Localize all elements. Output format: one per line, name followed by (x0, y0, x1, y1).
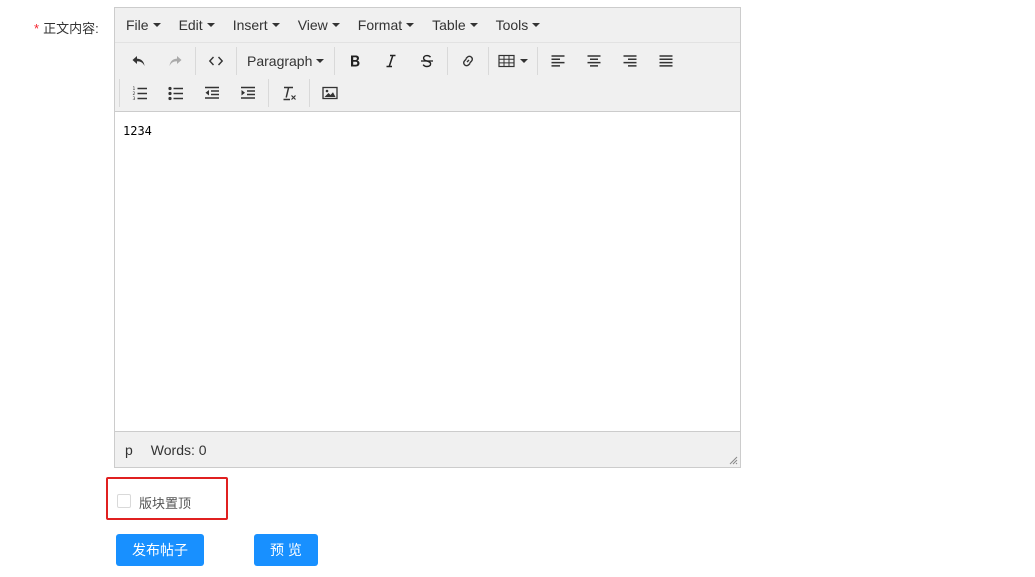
italic-icon (386, 54, 396, 68)
editor-menubar: File Edit Insert View Format Table Tools (115, 8, 740, 43)
preview-button[interactable]: 预 览 (254, 534, 318, 566)
clear-format-group (268, 79, 309, 107)
list-group: 123 (119, 79, 268, 107)
rich-text-editor: File Edit Insert View Format Table Tools (114, 7, 741, 468)
insert-image-button[interactable] (312, 79, 348, 107)
table-button[interactable] (491, 47, 535, 75)
toolbar-row-1: Paragraph (119, 45, 740, 77)
paragraph-label: Paragraph (247, 53, 313, 69)
content-paragraph[interactable]: 1234 (123, 124, 732, 138)
align-left-icon (551, 55, 565, 67)
bullet-list-icon (168, 86, 183, 101)
strikethrough-icon (421, 54, 434, 68)
menu-view-label: View (297, 17, 328, 33)
caret-down-icon (152, 23, 161, 27)
text-style-group (334, 47, 447, 75)
outdent-button[interactable] (194, 79, 230, 107)
link-button[interactable] (450, 47, 486, 75)
editor-toolbar: Paragraph 1 2 3 (115, 43, 740, 112)
source-code-button[interactable] (198, 47, 234, 75)
align-right-icon (623, 55, 637, 67)
table-icon (498, 54, 515, 68)
numbered-list-button[interactable]: 123 (122, 79, 158, 107)
align-center-icon (587, 55, 601, 67)
bullet-list-button[interactable] (158, 79, 194, 107)
align-justify-button[interactable] (648, 47, 684, 75)
content-label-text: 正文内容: (43, 21, 99, 36)
code-group (195, 47, 236, 75)
editor-content-area[interactable]: 1234 (115, 112, 740, 433)
undo-icon (132, 56, 145, 66)
menu-insert[interactable]: Insert (226, 11, 287, 39)
editor-statusbar: p Words: 0 (115, 431, 740, 467)
svg-text:3: 3 (133, 96, 136, 101)
numbered-list-icon: 123 (133, 86, 147, 101)
strikethrough-button[interactable] (409, 47, 445, 75)
align-justify-icon (659, 55, 673, 67)
caret-down-icon (520, 59, 529, 63)
history-group (119, 47, 195, 75)
word-count: Words: 0 (150, 441, 207, 458)
element-path[interactable]: p (125, 442, 133, 458)
bold-icon (351, 55, 360, 67)
menu-file-label: File (126, 17, 149, 33)
menu-table-label: Table (432, 17, 466, 33)
menu-edit-label: Edit (178, 17, 203, 33)
caret-down-icon (469, 23, 478, 27)
pin-label[interactable]: 版块置顶 (139, 493, 191, 512)
menu-table[interactable]: Table (425, 11, 484, 39)
link-icon (463, 55, 474, 67)
caret-down-icon (532, 23, 541, 27)
undo-button[interactable] (121, 47, 157, 75)
toolbar-row-2: 123 (119, 77, 740, 109)
menu-tools[interactable]: Tools (489, 11, 548, 39)
align-center-button[interactable] (576, 47, 612, 75)
redo-button[interactable] (157, 47, 193, 75)
publish-post-button[interactable]: 发布帖子 (116, 534, 204, 566)
indent-button[interactable] (230, 79, 266, 107)
menu-tools-label: Tools (495, 17, 529, 33)
redo-icon (169, 56, 182, 66)
menu-file[interactable]: File (119, 11, 168, 39)
align-left-button[interactable] (540, 47, 576, 75)
link-group (447, 47, 488, 75)
outdent-icon (205, 86, 219, 99)
block-format-group: Paragraph (236, 47, 334, 75)
code-icon (208, 56, 224, 66)
menu-insert-label: Insert (232, 17, 268, 33)
content-field-label: * 正文内容: (34, 18, 99, 37)
bold-button[interactable] (337, 47, 373, 75)
menu-edit[interactable]: Edit (172, 11, 222, 39)
indent-icon (241, 86, 255, 99)
clear-format-button[interactable] (271, 79, 307, 107)
required-mark: * (34, 21, 40, 36)
pin-checkbox[interactable] (117, 494, 131, 508)
caret-down-icon (406, 23, 415, 27)
caret-down-icon (331, 23, 340, 27)
image-icon (322, 86, 338, 100)
clear-format-icon (283, 86, 296, 101)
menu-view[interactable]: View (291, 11, 347, 39)
italic-button[interactable] (373, 47, 409, 75)
paragraph-select[interactable]: Paragraph (239, 47, 332, 75)
alignment-group (537, 47, 686, 75)
media-group (309, 79, 350, 107)
caret-down-icon (271, 23, 280, 27)
caret-down-icon (316, 59, 325, 63)
menu-format[interactable]: Format (351, 11, 421, 39)
caret-down-icon (206, 23, 215, 27)
menu-format-label: Format (357, 17, 403, 33)
table-group (488, 47, 537, 75)
resize-handle-icon[interactable] (728, 455, 738, 465)
align-right-button[interactable] (612, 47, 648, 75)
